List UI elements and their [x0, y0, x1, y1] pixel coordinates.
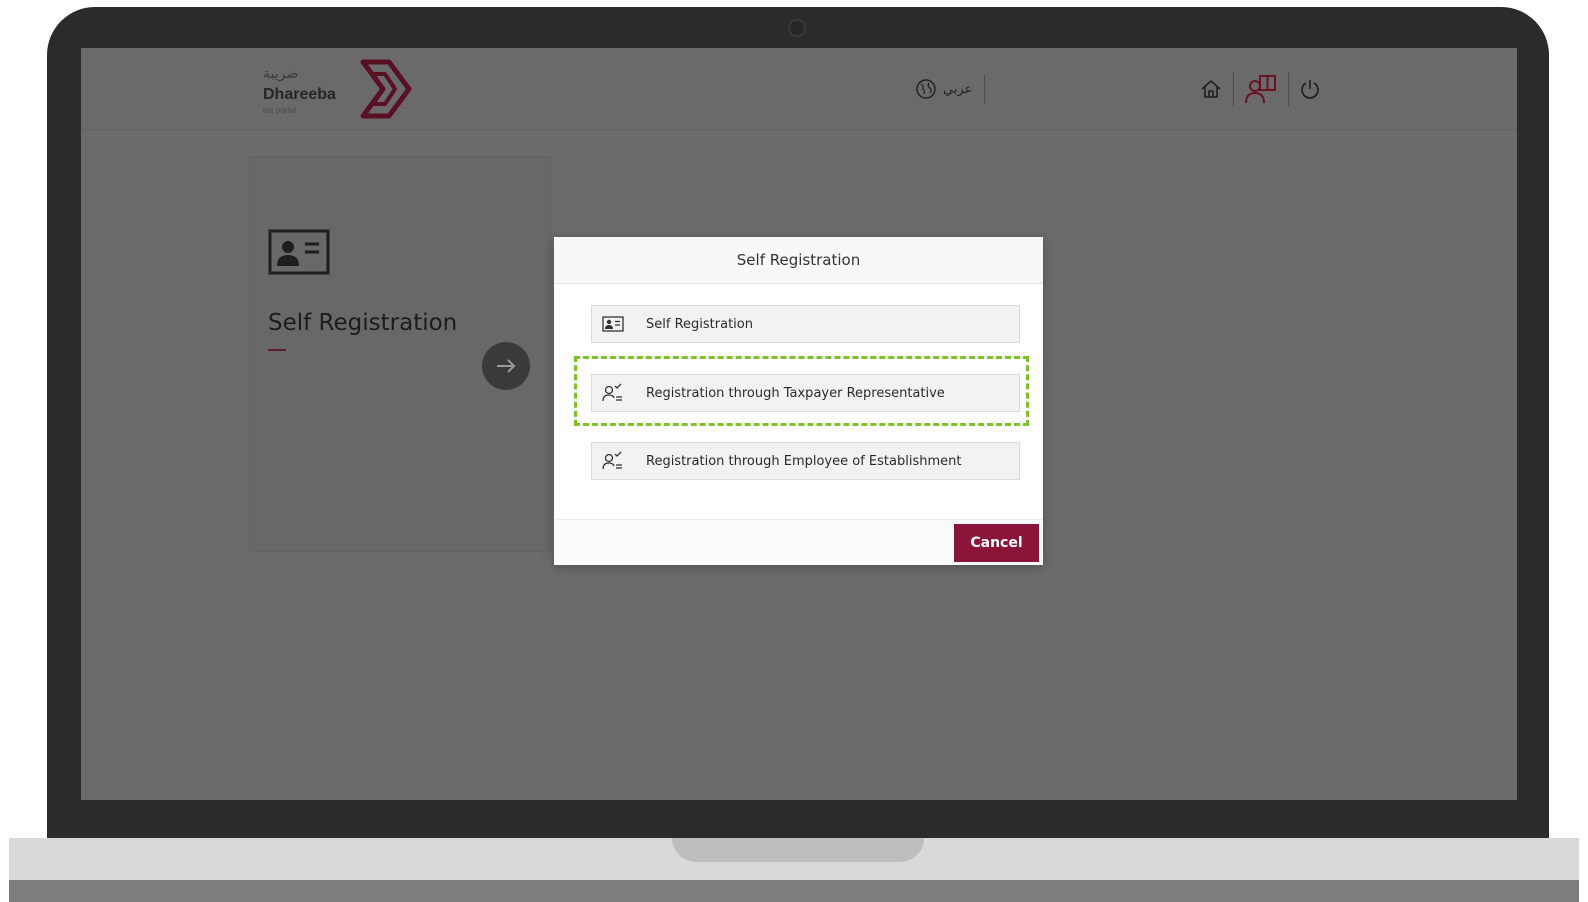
globe-icon: [916, 79, 936, 99]
dhareeba-logo[interactable]: ضريبة Dhareeba tax portal: [263, 56, 423, 122]
option-label: Self Registration: [646, 316, 753, 332]
dialog-title: Self Registration: [736, 251, 861, 269]
self-registration-dialog: Self Registration Self Registration Regi…: [554, 237, 1043, 565]
id-card-icon: [268, 229, 330, 275]
user-check-icon: [600, 450, 626, 472]
card-title: Self Registration: [268, 310, 458, 336]
power-icon: [1301, 80, 1319, 99]
language-toggle[interactable]: عربي: [915, 74, 986, 104]
title-underline: [268, 349, 286, 351]
dialog-header: Self Registration: [554, 237, 1043, 284]
logo-tagline: tax portal: [263, 106, 296, 115]
camera-icon: [788, 19, 806, 37]
dialog-footer: Cancel: [554, 519, 1043, 565]
option-self-registration[interactable]: Self Registration: [591, 305, 1020, 343]
home-icon: [1201, 80, 1221, 98]
option-employee-of-establishment[interactable]: Registration through Employee of Establi…: [591, 442, 1020, 480]
logout-button[interactable]: [1289, 70, 1331, 108]
cancel-button[interactable]: Cancel: [954, 524, 1039, 562]
screen: ضريبة Dhareeba tax portal عربي Self Regi…: [81, 48, 1517, 800]
header-actions: [1189, 70, 1331, 108]
self-registration-card[interactable]: Self Registration: [249, 156, 551, 552]
home-button[interactable]: [1189, 70, 1233, 108]
user-book-icon: [1245, 75, 1276, 104]
logo-arabic-text: ضريبة: [263, 66, 299, 82]
option-label: Registration through Taxpayer Representa…: [646, 385, 945, 401]
language-label: عربي: [943, 81, 973, 97]
option-label: Registration through Employee of Establi…: [646, 453, 962, 469]
dialog-body: Self Registration Registration through T…: [554, 284, 1043, 519]
option-taxpayer-representative[interactable]: Registration through Taxpayer Representa…: [591, 374, 1020, 412]
user-guide-button[interactable]: [1234, 70, 1288, 108]
card-arrow-button[interactable]: [482, 342, 530, 390]
id-card-icon: [600, 313, 626, 335]
laptop-base-edge: [9, 880, 1579, 902]
user-check-icon: [600, 382, 626, 404]
arrow-right-icon: [497, 359, 516, 373]
top-header: ضريبة Dhareeba tax portal عربي: [81, 48, 1517, 130]
laptop-notch: [672, 838, 924, 862]
logo-chevron-icon: [360, 59, 412, 119]
logo-english-text: Dhareeba: [263, 86, 336, 103]
